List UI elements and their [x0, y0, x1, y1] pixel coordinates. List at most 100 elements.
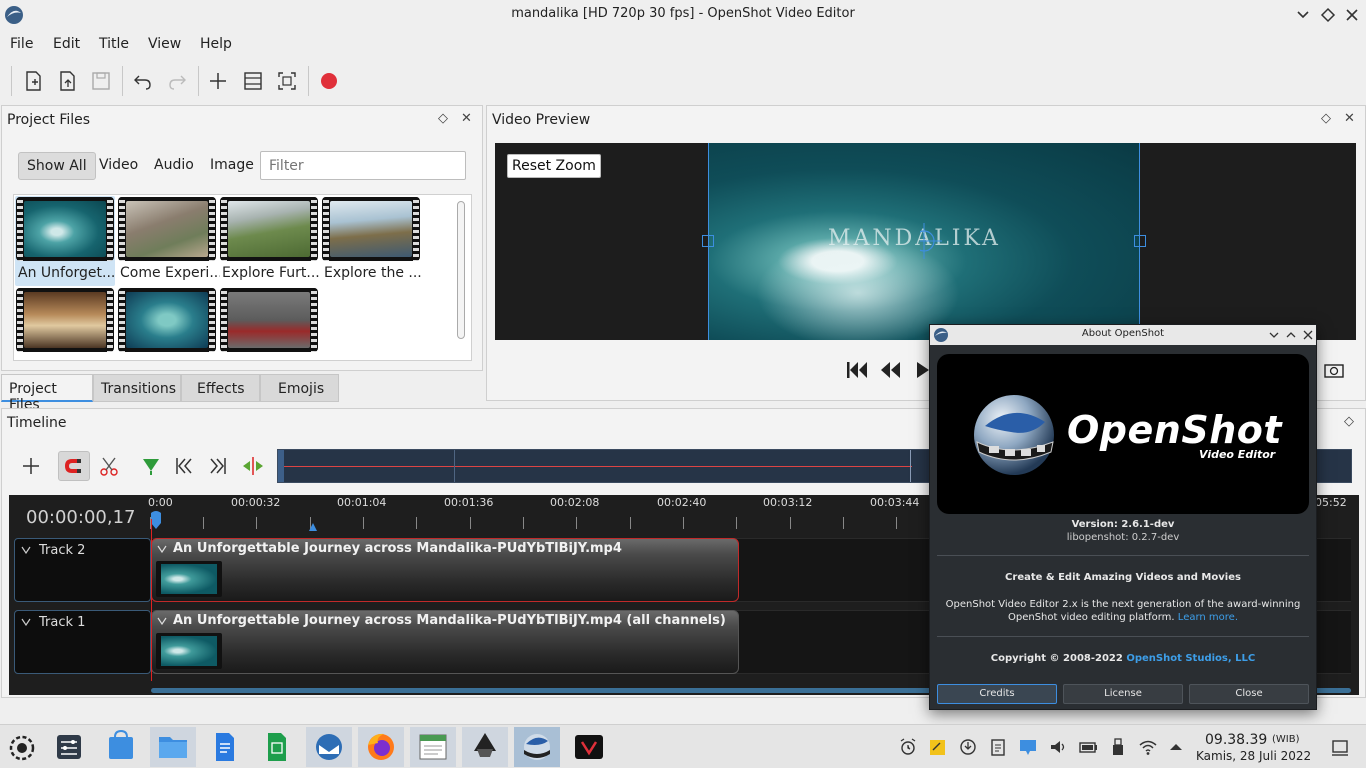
minimize-icon[interactable]: [1294, 6, 1312, 24]
filter-input[interactable]: [260, 151, 466, 180]
tab-transitions[interactable]: Transitions: [93, 374, 181, 402]
center-timeline-icon[interactable]: [241, 455, 265, 477]
play-icon[interactable]: [915, 360, 929, 380]
email-client-icon[interactable]: [306, 727, 352, 767]
video-canvas[interactable]: MANDALIKA Reset Zoom: [495, 143, 1356, 340]
document-viewer-icon[interactable]: [410, 727, 456, 767]
crosshair-icon[interactable]: [920, 223, 950, 259]
file-thumbnail[interactable]: [118, 288, 216, 352]
file-thumbnail[interactable]: [322, 197, 420, 261]
spreadsheet-icon[interactable]: [254, 727, 300, 767]
filter-video-button[interactable]: Video: [91, 152, 146, 180]
maximize-icon[interactable]: [1284, 328, 1298, 342]
wifi-icon[interactable]: [1138, 737, 1158, 757]
save-project-icon[interactable]: [88, 68, 114, 94]
menu-view[interactable]: View: [148, 36, 181, 52]
new-project-icon[interactable]: [20, 68, 46, 94]
transform-handle-right[interactable]: [1134, 235, 1146, 247]
firefox-icon[interactable]: [358, 727, 404, 767]
file-thumbnail[interactable]: [220, 197, 318, 261]
usb-device-icon[interactable]: [1108, 737, 1128, 757]
files-scrollbar[interactable]: [457, 201, 465, 339]
file-thumbnail[interactable]: [16, 288, 114, 352]
updates-icon[interactable]: [958, 737, 978, 757]
file-thumbnail[interactable]: [118, 197, 216, 261]
application-launcher-icon[interactable]: [0, 727, 46, 767]
snapping-magnet-icon[interactable]: [58, 451, 90, 481]
previous-marker-icon[interactable]: [173, 455, 195, 477]
battery-icon[interactable]: [1078, 737, 1098, 757]
undo-icon[interactable]: [130, 68, 156, 94]
video-frame: MANDALIKA: [708, 143, 1140, 340]
choose-profile-icon[interactable]: [240, 68, 266, 94]
close-button[interactable]: Close: [1189, 684, 1309, 704]
discover-store-icon[interactable]: [98, 727, 144, 767]
add-marker-icon[interactable]: [140, 455, 162, 477]
credits-button[interactable]: Credits: [937, 684, 1057, 704]
track-header[interactable]: Track 2: [14, 538, 151, 602]
import-files-icon[interactable]: [205, 68, 231, 94]
clipboard-icon[interactable]: [988, 737, 1008, 757]
toolbar-separator: [122, 66, 123, 96]
learn-more-link[interactable]: Learn more.: [1178, 612, 1238, 623]
menu-file[interactable]: File: [10, 36, 33, 52]
openshot-taskbar-icon[interactable]: [514, 727, 560, 767]
rewind-icon[interactable]: [879, 360, 903, 380]
clip-menu-icon: [157, 617, 167, 625]
float-panel-icon[interactable]: ◇: [1344, 414, 1354, 429]
snapshot-camera-icon[interactable]: [1323, 361, 1345, 379]
file-thumbnail[interactable]: [220, 288, 318, 352]
tab-emojis[interactable]: Emojis: [260, 374, 339, 402]
show-hidden-icons-icon[interactable]: [1166, 737, 1186, 757]
openshot-studios-link[interactable]: OpenShot Studios, LLC: [1126, 653, 1255, 664]
file-thumbnail[interactable]: [16, 197, 114, 261]
timeline-clip[interactable]: An Unforgettable Journey across Mandalik…: [151, 610, 739, 674]
clock-timezone: (WIB): [1272, 734, 1300, 745]
about-dialog: About OpenShot OpenShot Video Editor Ver…: [929, 324, 1317, 710]
close-dialog-icon[interactable]: [1301, 328, 1315, 342]
jump-to-start-icon[interactable]: [845, 360, 869, 380]
tab-effects[interactable]: Effects: [181, 374, 260, 402]
volume-icon[interactable]: [1048, 737, 1068, 757]
marker-icon[interactable]: [308, 522, 318, 532]
ruler-tick: [683, 517, 684, 529]
timeline-clip[interactable]: An Unforgettable Journey across Mandalik…: [151, 538, 739, 602]
show-desktop-icon[interactable]: [1330, 737, 1350, 757]
close-panel-icon[interactable]: ✕: [461, 111, 472, 126]
file-label: Explore Furt...: [222, 265, 320, 281]
float-panel-icon[interactable]: ◇: [438, 111, 448, 126]
fullscreen-icon[interactable]: [274, 68, 300, 94]
menu-title[interactable]: Title: [99, 36, 129, 52]
system-settings-icon[interactable]: [46, 727, 92, 767]
filter-show-all-button[interactable]: Show All: [18, 152, 96, 180]
menu-help[interactable]: Help: [200, 36, 232, 52]
maximize-icon[interactable]: [1319, 6, 1337, 24]
kde-connect-icon[interactable]: [1018, 737, 1038, 757]
float-panel-icon[interactable]: ◇: [1321, 111, 1331, 126]
minimize-icon[interactable]: [1267, 328, 1281, 342]
license-button[interactable]: License: [1063, 684, 1183, 704]
media-player-icon[interactable]: [566, 727, 612, 767]
menu-edit[interactable]: Edit: [53, 36, 80, 52]
filter-image-button[interactable]: Image: [202, 152, 262, 180]
notes-icon[interactable]: [928, 737, 948, 757]
document-writer-icon[interactable]: [202, 727, 248, 767]
transform-handle-left[interactable]: [702, 235, 714, 247]
inkscape-icon[interactable]: [462, 727, 508, 767]
file-manager-icon[interactable]: [150, 727, 196, 767]
next-marker-icon[interactable]: [207, 455, 229, 477]
redo-icon[interactable]: [164, 68, 190, 94]
razor-scissors-icon[interactable]: [98, 455, 120, 477]
alarm-clock-icon[interactable]: [898, 737, 918, 757]
open-project-icon[interactable]: [54, 68, 80, 94]
close-window-icon[interactable]: [1343, 6, 1361, 24]
tab-project-files[interactable]: Project Files: [1, 374, 93, 413]
clock-time[interactable]: 09.38.39: [1205, 732, 1267, 748]
ruler-tick-label: 05:52: [1315, 496, 1347, 509]
track-header[interactable]: Track 1: [14, 610, 151, 674]
close-panel-icon[interactable]: ✕: [1344, 111, 1355, 126]
add-track-icon[interactable]: [20, 455, 42, 477]
filter-audio-button[interactable]: Audio: [146, 152, 202, 180]
reset-zoom-button[interactable]: Reset Zoom: [507, 154, 601, 178]
record-export-icon[interactable]: [316, 68, 342, 94]
